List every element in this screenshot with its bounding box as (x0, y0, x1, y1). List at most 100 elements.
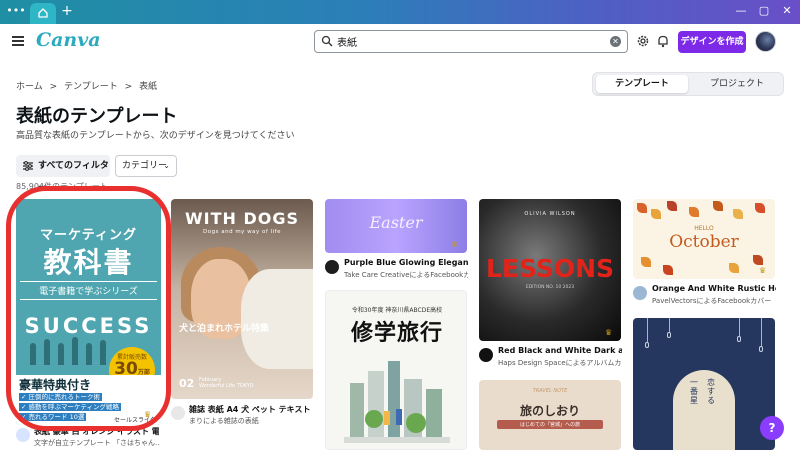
gear-icon[interactable] (636, 34, 650, 48)
premium-crown-icon: ♛ (759, 266, 767, 275)
search-icon (321, 35, 333, 47)
card-text: 令和30年度 神奈川県ABCDE高校 (351, 307, 443, 314)
card-text: TRAVEL NOTE (532, 388, 568, 394)
card-subtitle: 文字が自立テンプレート 「さはちゃん... (34, 439, 159, 447)
home-tab[interactable] (30, 3, 56, 24)
card-text: はじめての「宮城」への旅 (497, 420, 603, 429)
create-design-button[interactable]: デザインを作成 (678, 31, 746, 53)
leaf-icon (713, 201, 723, 211)
creator-avatar (16, 428, 30, 442)
leaf-icon (733, 209, 743, 219)
card-text: 旅のしおり (519, 404, 580, 418)
card-subtitle: PavelVectorsによるFacebookカバー (652, 297, 772, 305)
photo-element (241, 269, 313, 369)
page-subtitle: 高品質な表紙のテンプレートから、次のデザインを見つけてください (16, 131, 295, 141)
card-text: OLIVIA WILSON (524, 211, 576, 217)
breadcrumb: ホーム > テンプレート > 表紙 (16, 79, 161, 92)
card-subtitle: Haps Design Spaceによるアルバムカバー (498, 359, 622, 367)
lamp-line (761, 318, 762, 346)
search-bar[interactable]: ✕ (314, 30, 628, 53)
template-card-october[interactable]: HELLO October ♛ (633, 199, 775, 279)
card-text: HELLO (694, 225, 714, 232)
canva-logo[interactable]: Canva (36, 29, 101, 51)
bulb-icon (759, 346, 763, 352)
template-card-school-trip[interactable]: 令和30年度 神奈川県ABCDE高校 修学旅行 (325, 290, 467, 450)
premium-crown-icon: ♛ (451, 240, 459, 249)
card-text: LESSONS (485, 254, 615, 283)
cityscape-illustration (344, 361, 450, 443)
breadcrumb-separator: > (124, 82, 133, 92)
category-label: カテゴリー (122, 161, 168, 171)
lamp-line (669, 318, 670, 332)
creator-avatar (171, 406, 185, 420)
leaf-icon (663, 265, 673, 275)
search-input[interactable] (337, 33, 597, 50)
card-subtitle: Take Care CreativeによるFacebookカバ... (344, 271, 468, 279)
breadcrumb-templates[interactable]: テンプレート (64, 82, 118, 92)
card-text: EDITION NO. 10 2023 (525, 285, 575, 290)
close-button[interactable]: ✕ (778, 4, 796, 18)
lamp-line (739, 318, 740, 336)
bulb-icon (667, 332, 671, 338)
template-card-lessons[interactable]: OLIVIA WILSON LESSONS EDITION NO. 10 202… (479, 199, 621, 341)
chevron-down-icon: ⌄ (163, 161, 170, 170)
card-title[interactable]: Red Black and White Dark and G... (498, 346, 622, 355)
menu-icon[interactable] (12, 36, 24, 46)
breadcrumb-home[interactable]: ホーム (16, 82, 43, 92)
leaf-icon (755, 203, 765, 213)
tab-templates[interactable]: テンプレート (596, 75, 688, 93)
template-card-navy[interactable]: 一番星 恋する (633, 318, 775, 450)
bell-icon[interactable] (656, 34, 670, 48)
card-text: 一番星 (690, 378, 698, 405)
creator-avatar (325, 260, 339, 274)
leaf-icon (689, 207, 699, 217)
leaf-icon (651, 209, 661, 219)
minimize-button[interactable]: — (732, 4, 750, 18)
card-text: Easter (369, 213, 423, 232)
card-text: February Wonderful Life TOKYO (199, 377, 254, 389)
card-text: 修学旅行 (350, 321, 443, 346)
clear-search-icon[interactable]: ✕ (610, 36, 621, 47)
top-navigation: Canva ✕ デザインを作成 (0, 24, 800, 60)
tab-projects[interactable]: プロジェクト (691, 75, 783, 93)
help-button[interactable]: ? (760, 416, 784, 440)
home-icon (38, 8, 48, 18)
leaf-icon (729, 263, 739, 273)
browser-titlebar: ••• + — ▢ ✕ (0, 0, 800, 24)
creator-avatar (633, 286, 647, 300)
bulb-icon (737, 336, 741, 342)
page-title: 表紙のテンプレート (16, 106, 178, 127)
breadcrumb-current: 表紙 (139, 82, 158, 92)
bulb-icon (645, 342, 649, 348)
template-card-easter[interactable]: Easter ♛ (325, 199, 467, 253)
card-text: 犬と泊まれホテル特集 (179, 324, 270, 334)
card-text: 02 (179, 377, 195, 390)
card-text: 恋する (707, 378, 715, 405)
card-text: Dogs and my way of life (203, 229, 281, 235)
card-subtitle: まりによる雑誌の表紙 (189, 417, 259, 425)
maximize-button[interactable]: ▢ (755, 4, 773, 18)
breadcrumb-separator: > (49, 82, 58, 92)
creator-avatar (479, 348, 493, 362)
template-card-travel-note[interactable]: TRAVEL NOTE 旅のしおり はじめての「宮城」への旅 (479, 380, 621, 450)
arch-shape (673, 370, 735, 450)
lamp-line (647, 318, 648, 342)
card-title[interactable]: Orange And White Rustic Hello ... (652, 284, 776, 293)
tab-menu-icon[interactable]: ••• (6, 4, 26, 20)
template-card-with-dogs[interactable]: WITH DOGS Dogs and my way of life 犬と泊まれホ… (171, 199, 313, 399)
card-title[interactable]: Purple Blue Glowing Elegant Eas... (344, 258, 468, 267)
category-dropdown[interactable]: カテゴリー ⌄ (115, 155, 177, 177)
all-filters-button[interactable]: すべてのフィルター (16, 155, 110, 193)
view-toggle: テンプレート プロジェクト (592, 72, 784, 96)
card-text: WITH DOGS (184, 209, 299, 228)
card-title[interactable]: 雑誌 表紙 A4 犬 ペット テキスト 白... (189, 404, 313, 415)
new-tab-button[interactable]: + (60, 3, 74, 19)
avatar[interactable] (755, 31, 776, 52)
premium-crown-icon: ♛ (605, 328, 613, 337)
leaf-icon (753, 255, 763, 265)
filter-icon (23, 161, 33, 171)
highlight-ring (6, 186, 171, 431)
leaf-icon (667, 201, 677, 211)
card-text: October (669, 232, 739, 252)
leaf-icon (641, 257, 651, 267)
